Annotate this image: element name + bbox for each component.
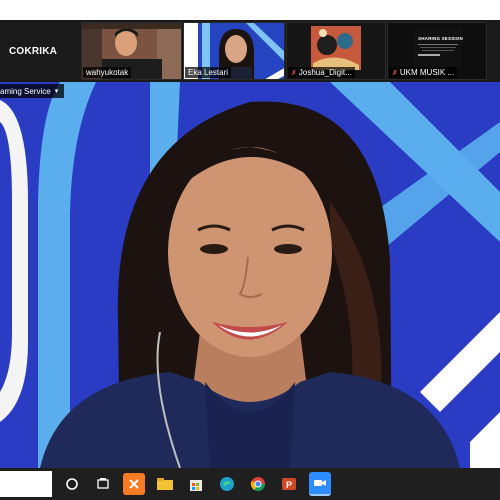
task-view-icon[interactable] — [92, 473, 114, 495]
participant-name-3: ✗ Joshua_Digit... — [288, 67, 355, 78]
view-label[interactable]: aming Service ▾ — [0, 84, 65, 98]
participant-tile-2[interactable]: Eka Lestari — [183, 22, 285, 80]
participant-tile-1[interactable]: wahyukotak — [81, 22, 182, 80]
sharing-session-title: SHARING SESSION — [418, 36, 464, 41]
active-speaker-video — [0, 82, 500, 468]
meeting-name: COKRIKA — [9, 45, 58, 57]
speaker-video-frame — [0, 82, 500, 468]
chrome-icon[interactable] — [247, 473, 269, 495]
mic-muted-icon: ✗ — [392, 70, 398, 77]
zoom-icon[interactable] — [309, 472, 331, 496]
store-icon[interactable] — [185, 473, 207, 495]
file-explorer-icon[interactable] — [154, 473, 176, 495]
window-top-edge — [0, 0, 500, 20]
participant-tile-4[interactable]: SHARING SESSION ✗ UKM MUSIK ... — [387, 22, 487, 80]
participant-name-1: wahyukotak — [83, 67, 132, 78]
powerpoint-icon[interactable]: P — [278, 473, 300, 495]
participant-name-4: ✗ UKM MUSIK ... — [389, 67, 458, 78]
view-label-text: aming Service — [0, 86, 51, 96]
taskbar: P — [0, 468, 500, 500]
mic-muted-icon: ✗ — [291, 70, 297, 77]
participant-name-2: Eka Lestari — [185, 67, 232, 78]
taskbar-search-box[interactable] — [0, 471, 52, 497]
edge-icon[interactable] — [216, 473, 238, 495]
participant-tile-5-partial[interactable] — [488, 22, 500, 80]
svg-text:P: P — [286, 480, 292, 490]
start-circle-icon[interactable] — [61, 473, 83, 495]
chevron-down-icon: ▾ — [54, 88, 59, 95]
meeting-name-tile: COKRIKA — [0, 20, 80, 82]
xampp-icon[interactable] — [123, 473, 145, 495]
participant-tile-3[interactable]: ✗ Joshua_Digit... — [286, 22, 386, 80]
